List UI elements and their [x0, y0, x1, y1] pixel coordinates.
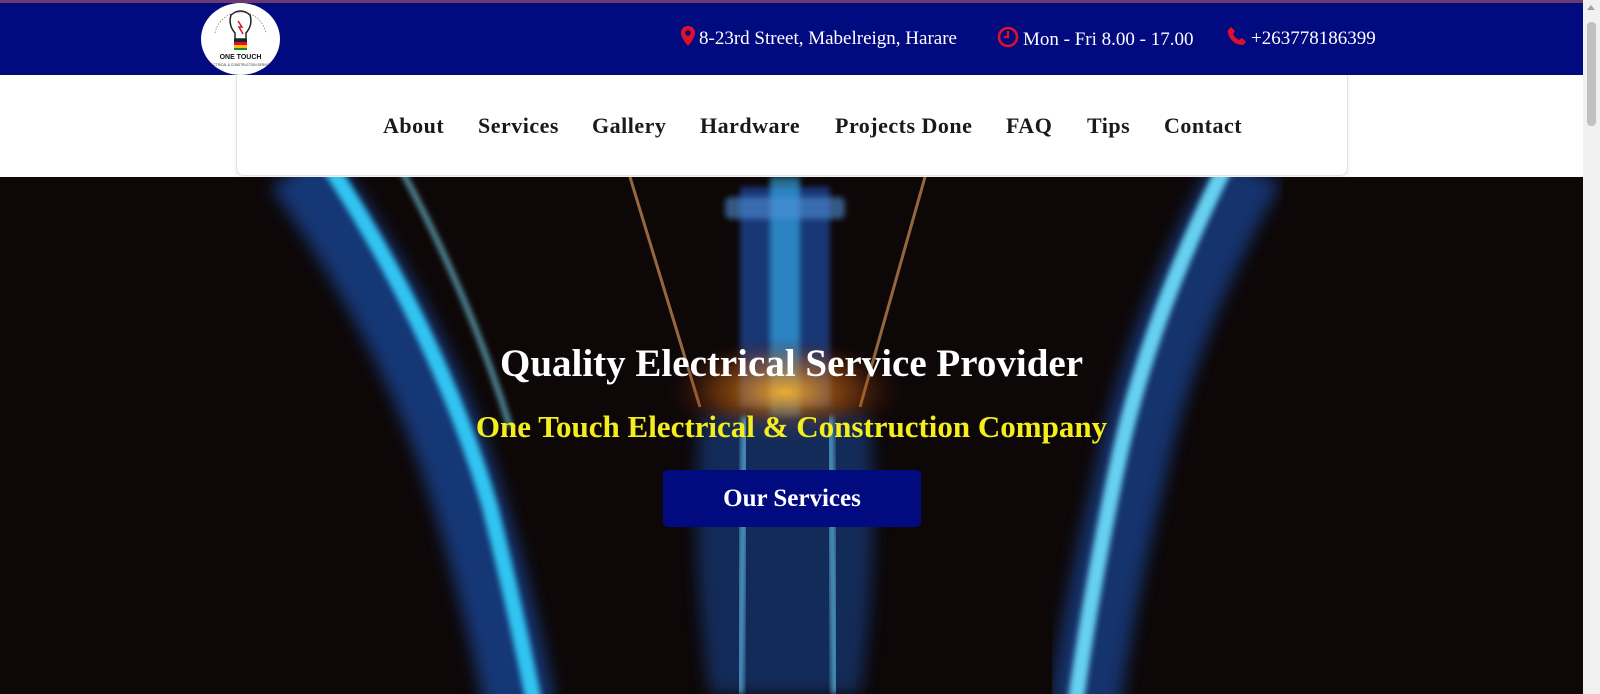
hero-title: Quality Electrical Service Provider	[499, 342, 1084, 385]
logo-graphic: ONE TOUCH ELECTRICAL & CONSTRUCTION SERV…	[205, 4, 276, 74]
scroll-up-arrow-icon[interactable]	[1587, 5, 1595, 10]
address-text: 8-23rd Street, Mabelreign, Harare	[699, 28, 957, 49]
hero-banner: Quality Electrical Service Provider One …	[0, 177, 1583, 694]
vertical-scrollbar[interactable]	[1583, 0, 1600, 694]
page: ONE TOUCH ELECTRICAL & CONSTRUCTION SERV…	[0, 0, 1600, 694]
clock-icon	[997, 26, 1019, 54]
company-logo[interactable]: ONE TOUCH ELECTRICAL & CONSTRUCTION SERV…	[201, 3, 280, 75]
nav-about[interactable]: About	[383, 113, 444, 139]
hero-subtitle: One Touch Electrical & Construction Comp…	[475, 409, 1108, 444]
hours-info: Mon - Fri 8.00 - 17.00	[997, 26, 1193, 54]
nav-tips[interactable]: Tips	[1087, 113, 1130, 139]
logo-title: ONE TOUCH	[220, 54, 262, 61]
address-info: 8-23rd Street, Mabelreign, Harare	[681, 26, 957, 52]
nav-projects-done[interactable]: Projects Done	[835, 113, 972, 139]
nav-services[interactable]: Services	[478, 113, 559, 139]
map-pin-icon	[681, 26, 695, 52]
nav-faq[interactable]: FAQ	[1006, 113, 1052, 139]
logo-subtitle: ELECTRICAL & CONSTRUCTION SERVICES	[207, 63, 273, 67]
our-services-button[interactable]: Our Services	[663, 470, 921, 527]
nav-gallery[interactable]: Gallery	[592, 113, 666, 139]
nav-hardware[interactable]: Hardware	[700, 113, 800, 139]
phone-info[interactable]: +263778186399	[1227, 26, 1376, 52]
nav-contact[interactable]: Contact	[1164, 113, 1242, 139]
main-navigation: About Services Gallery Hardware Projects…	[236, 75, 1348, 176]
hours-text: Mon - Fri 8.00 - 17.00	[1023, 29, 1194, 50]
scrollbar-thumb[interactable]	[1587, 22, 1596, 126]
phone-icon	[1227, 26, 1247, 52]
phone-text[interactable]: +263778186399	[1251, 28, 1376, 50]
